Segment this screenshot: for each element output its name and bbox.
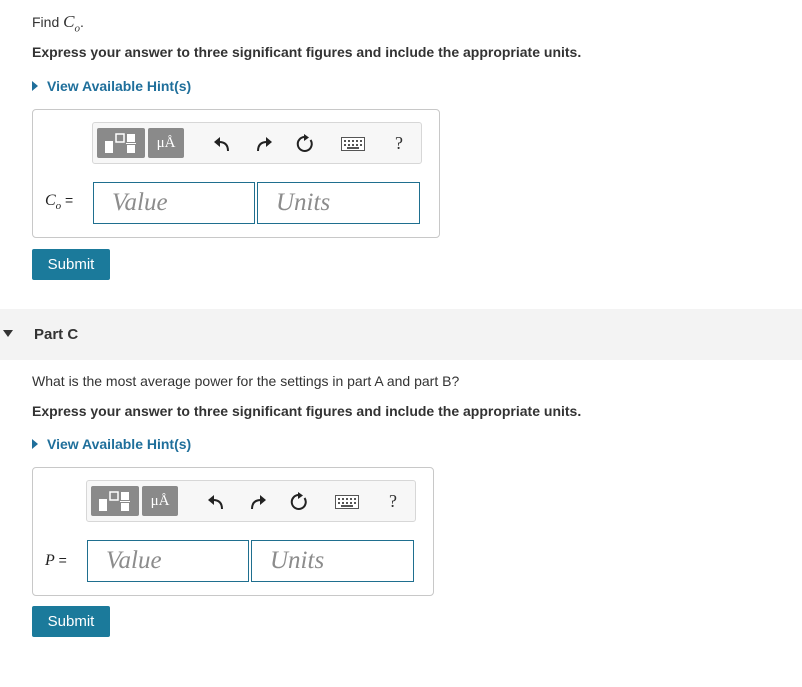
part-c-units-input[interactable]: Units bbox=[251, 540, 414, 582]
prompt-suffix: . bbox=[79, 14, 84, 30]
help-button[interactable]: ? bbox=[389, 131, 409, 155]
caret-right-icon bbox=[32, 439, 38, 449]
equals-sign: = bbox=[61, 192, 74, 208]
var-name: P bbox=[45, 552, 55, 569]
prompt-variable: Co bbox=[63, 12, 80, 34]
reset-button[interactable] bbox=[293, 132, 317, 156]
part-b-submit-button[interactable]: Submit bbox=[32, 249, 110, 280]
undo-icon bbox=[214, 137, 229, 152]
part-b-units-input[interactable]: Units bbox=[257, 182, 420, 224]
prompt-prefix: Find bbox=[32, 14, 64, 30]
undo-button[interactable] bbox=[205, 491, 227, 513]
help-button[interactable]: ? bbox=[383, 489, 403, 513]
units-button[interactable]: μÅ bbox=[142, 486, 178, 516]
templates-icon bbox=[99, 491, 130, 511]
part-c-answer-box: μÅ ? P = Value Units bbox=[32, 467, 434, 596]
part-b-hint-toggle[interactable]: View Available Hint(s) bbox=[32, 78, 191, 94]
undo-button[interactable] bbox=[211, 133, 233, 155]
keyboard-icon bbox=[341, 137, 365, 151]
keyboard-icon bbox=[335, 495, 359, 509]
caret-down-icon bbox=[3, 330, 13, 337]
redo-icon bbox=[251, 495, 266, 510]
part-c-hint-toggle[interactable]: View Available Hint(s) bbox=[32, 436, 191, 452]
part-c-submit-button[interactable]: Submit bbox=[32, 606, 110, 637]
part-c-instruction: Express your answer to three significant… bbox=[32, 403, 582, 419]
part-b-answer-box: μÅ ? Co = Value Units bbox=[32, 109, 440, 238]
part-c-variable-label: P = bbox=[45, 552, 67, 570]
reset-icon bbox=[296, 134, 313, 152]
part-c-toolbar: μÅ ? bbox=[86, 480, 416, 522]
keyboard-button[interactable] bbox=[333, 492, 361, 512]
units-button[interactable]: μÅ bbox=[148, 128, 184, 158]
prompt-var: C bbox=[63, 12, 75, 31]
reset-button[interactable] bbox=[287, 490, 311, 514]
hint-label: View Available Hint(s) bbox=[47, 78, 192, 94]
part-c-value-input[interactable]: Value bbox=[87, 540, 249, 582]
part-b-value-input[interactable]: Value bbox=[93, 182, 255, 224]
templates-button[interactable] bbox=[97, 128, 145, 158]
templates-icon bbox=[105, 133, 136, 153]
equals-sign: = bbox=[54, 552, 67, 568]
help-icon: ? bbox=[395, 132, 403, 153]
redo-icon bbox=[257, 137, 272, 152]
part-c-header[interactable]: Part C bbox=[0, 309, 802, 360]
undo-icon bbox=[208, 495, 223, 510]
keyboard-button[interactable] bbox=[339, 134, 367, 154]
caret-right-icon bbox=[32, 81, 38, 91]
var-name: C bbox=[45, 192, 56, 209]
reset-icon bbox=[290, 492, 307, 510]
help-icon: ? bbox=[389, 490, 397, 511]
part-c-title: Part C bbox=[34, 326, 79, 343]
part-b-prompt: Find Co. bbox=[32, 12, 84, 34]
part-c-prompt: What is the most average power for the s… bbox=[32, 373, 460, 389]
redo-button[interactable] bbox=[247, 491, 269, 513]
templates-button[interactable] bbox=[91, 486, 139, 516]
part-b-instruction: Express your answer to three significant… bbox=[32, 44, 582, 60]
units-icon: μÅ bbox=[156, 134, 176, 151]
part-b-variable-label: Co = bbox=[45, 192, 73, 212]
redo-button[interactable] bbox=[253, 133, 275, 155]
part-b-toolbar: μÅ ? bbox=[92, 122, 422, 164]
units-icon: μÅ bbox=[150, 492, 170, 509]
hint-label: View Available Hint(s) bbox=[47, 436, 192, 452]
